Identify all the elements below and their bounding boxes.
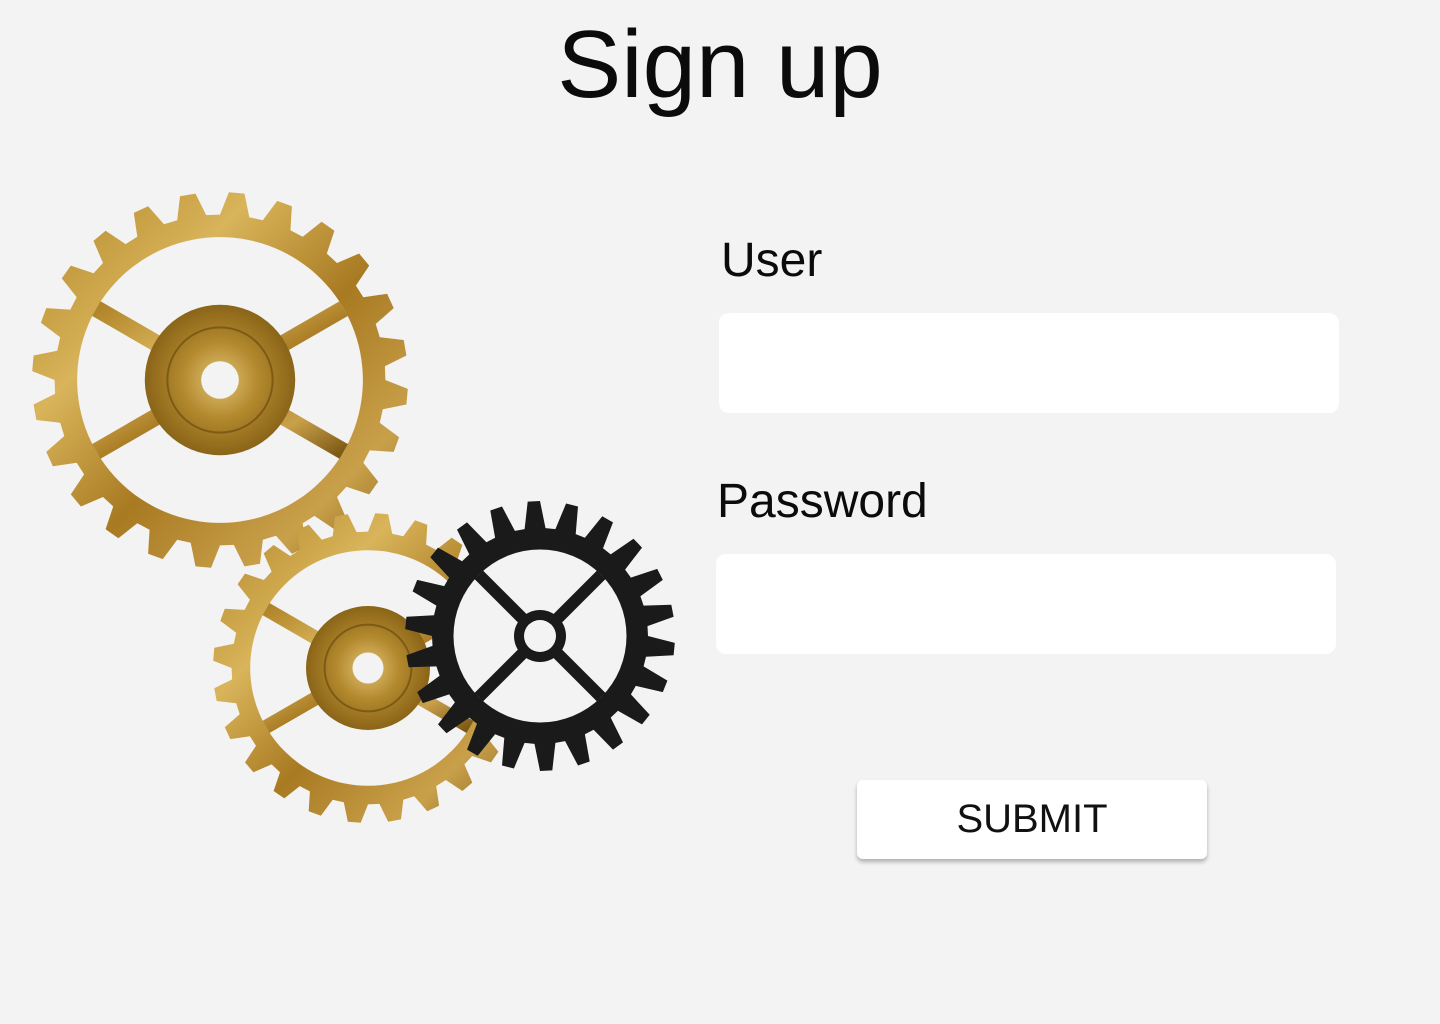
submit-button[interactable]: SUBMIT xyxy=(857,780,1207,859)
password-label: Password xyxy=(717,475,928,528)
password-input[interactable] xyxy=(716,554,1336,654)
large-gold-gear-axle xyxy=(201,361,239,399)
gears-illustration-icon xyxy=(32,192,675,823)
user-label: User xyxy=(721,234,823,287)
small-gold-gear-axle xyxy=(352,652,384,684)
user-input[interactable] xyxy=(719,313,1339,413)
signup-page: Sign up User Password SUBMIT xyxy=(0,0,1440,1024)
page-title: Sign up xyxy=(557,11,883,118)
black-gear-axle xyxy=(524,620,556,652)
